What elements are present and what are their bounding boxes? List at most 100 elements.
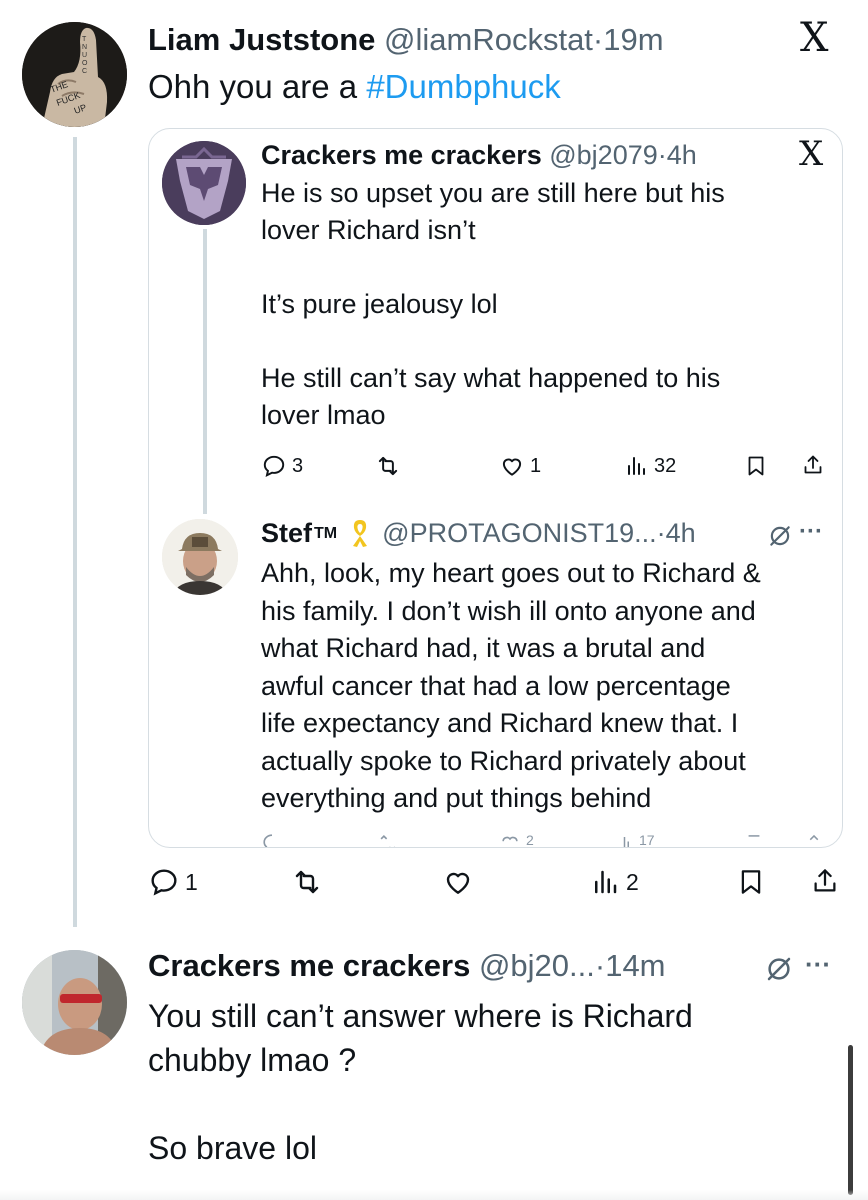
timestamp[interactable]: 19m <box>603 22 663 57</box>
quoted-reply-button[interactable]: 3 <box>261 453 303 479</box>
nested-text: Ahh, look, my heart goes out to Richard … <box>261 555 761 818</box>
quoted-author-avatar[interactable] <box>162 141 246 225</box>
nested-timestamp[interactable]: 4h <box>666 518 696 548</box>
retweet-icon <box>295 870 319 894</box>
text-line: life expectancy and Richard knew that. I <box>261 708 739 738</box>
text-line: He still can’t say what happened to his <box>261 363 721 393</box>
bookmark-icon[interactable] <box>744 832 764 847</box>
quoted-author-name[interactable]: Crackers me crackers <box>261 140 542 170</box>
author-handle[interactable]: @liamRockstat <box>384 22 593 57</box>
views-icon <box>595 870 617 894</box>
yellow-ribbon-icon <box>352 520 367 547</box>
reply-header: Crackers me crackers @bj20...·14m <box>148 946 666 986</box>
main-tweet-header: Liam Juststone @liamRockstat·19m <box>148 20 664 60</box>
text-line: his family. I don’t wish ill onto anyone… <box>261 595 756 626</box>
text-line: awful cancer that had a low percentage <box>261 670 731 701</box>
bookmark-icon <box>741 870 761 894</box>
separator: · <box>594 948 606 983</box>
like-count: 2 <box>526 832 534 847</box>
heart-icon[interactable] <box>499 832 521 847</box>
share-icon <box>814 869 836 892</box>
text-line: You still can’t answer where is Richard <box>148 998 693 1034</box>
main-like-button[interactable] <box>442 866 474 898</box>
more-options-icon[interactable]: ··· <box>805 948 831 980</box>
share-icon[interactable] <box>804 832 824 847</box>
bookmark-icon <box>748 456 764 476</box>
hashtag-link[interactable]: #Dumbphuck <box>366 68 560 105</box>
quoted-paragraph: It’s pure jealousy lol <box>261 286 725 323</box>
quoted-views-button[interactable]: 32 <box>624 453 676 479</box>
main-author-avatar[interactable]: T N U O C THE FUCK UP <box>22 22 127 127</box>
quoted-tweet-card[interactable]: Crackers me crackers @bj2079·4h X He is … <box>148 128 843 848</box>
main-reply-button[interactable]: 1 <box>148 866 198 898</box>
tweet-text-prefix: Ohh you are a <box>148 68 367 105</box>
reply-timestamp[interactable]: 14m <box>605 948 665 983</box>
reply-handle[interactable]: @bj20... <box>479 948 595 983</box>
heart-icon <box>502 458 522 476</box>
quoted-timestamp[interactable]: 4h <box>667 140 697 170</box>
separator: · <box>657 140 667 170</box>
retweet-icon[interactable] <box>377 832 399 847</box>
author-name[interactable]: Liam Juststone <box>148 22 375 57</box>
text-line: So brave lol <box>148 1130 317 1166</box>
separator: · <box>656 518 666 548</box>
quoted-thread-line <box>203 229 207 514</box>
main-retweet-button[interactable] <box>290 866 324 898</box>
reply-author-avatar[interactable] <box>22 950 127 1055</box>
thread-line <box>73 137 77 927</box>
views-icon <box>628 457 645 475</box>
main-tweet-text: Ohh you are a #Dumbphuck <box>148 66 561 108</box>
share-icon <box>804 455 822 474</box>
more-options-icon[interactable]: ··· <box>799 517 823 547</box>
reply-icon[interactable] <box>261 832 283 847</box>
like-count: 1 <box>530 454 542 477</box>
quoted-retweet-button[interactable] <box>374 453 402 479</box>
text-line: everything and put things behind <box>261 783 652 813</box>
nested-handle[interactable]: @PROTAGONIST19... <box>382 518 656 548</box>
reply-icon <box>263 455 285 477</box>
grok-icon[interactable] <box>764 954 794 984</box>
quoted-share-button[interactable] <box>801 451 825 479</box>
reply-text: You still can’t answer where is Richard … <box>148 994 693 1170</box>
retweet-icon <box>378 456 398 476</box>
views-count: 17 <box>639 832 655 847</box>
avatar-text-top: T N U O C <box>82 36 88 75</box>
man-with-cap-photo <box>162 519 238 595</box>
reply-author-name[interactable]: Crackers me crackers <box>148 948 470 983</box>
separator: · <box>592 22 604 57</box>
x-logo-icon: X <box>800 15 829 61</box>
nested-actions-row: 2 17 <box>149 832 842 847</box>
nested-header: Stef TM @PROTAGONIST19...·4h <box>261 515 696 552</box>
man-with-sunglasses-photo <box>22 950 127 1055</box>
trademark: TM <box>314 525 338 542</box>
decepticon-logo <box>162 141 246 225</box>
quoted-like-button[interactable]: 1 <box>499 453 541 479</box>
views-icon[interactable] <box>617 832 635 847</box>
reply-count: 3 <box>292 454 304 477</box>
text-line: It’s pure jealousy lol <box>261 289 498 319</box>
grok-icon[interactable] <box>767 523 793 549</box>
quoted-bookmark-button[interactable] <box>744 453 768 479</box>
x-logo-icon: X <box>799 134 824 174</box>
main-views-button[interactable]: 2 <box>590 866 639 898</box>
reply-count: 1 <box>185 868 198 895</box>
quoted-handle[interactable]: @bj2079 <box>549 140 658 170</box>
quoted-paragraph: He is so upset you are still here but hi… <box>261 175 725 249</box>
text-line: lover Richard isn’t <box>261 215 476 245</box>
text-line: what Richard had, it was a brutal and <box>261 633 706 663</box>
nested-author-name[interactable]: Stef <box>261 518 312 548</box>
views-count: 2 <box>626 868 639 895</box>
scrollbar[interactable] <box>848 1045 853 1195</box>
quoted-text: He is so upset you are still here but hi… <box>261 175 725 434</box>
text-line: actually spoke to Richard privately abou… <box>261 745 746 776</box>
quoted-header: Crackers me crackers @bj2079·4h <box>261 137 697 173</box>
main-bookmark-button[interactable] <box>736 866 766 898</box>
reply-icon <box>151 869 177 896</box>
main-share-button[interactable] <box>810 864 840 898</box>
text-line: chubby lmao ? <box>148 1042 357 1078</box>
text-line: Ahh, look, my heart goes out to Richard … <box>261 558 761 588</box>
nested-author-avatar[interactable] <box>162 519 238 595</box>
text-line: lover lmao <box>261 400 386 430</box>
quoted-paragraph: He still can’t say what happened to his … <box>261 360 725 434</box>
text-line: He is so upset you are still here but hi… <box>261 178 725 208</box>
